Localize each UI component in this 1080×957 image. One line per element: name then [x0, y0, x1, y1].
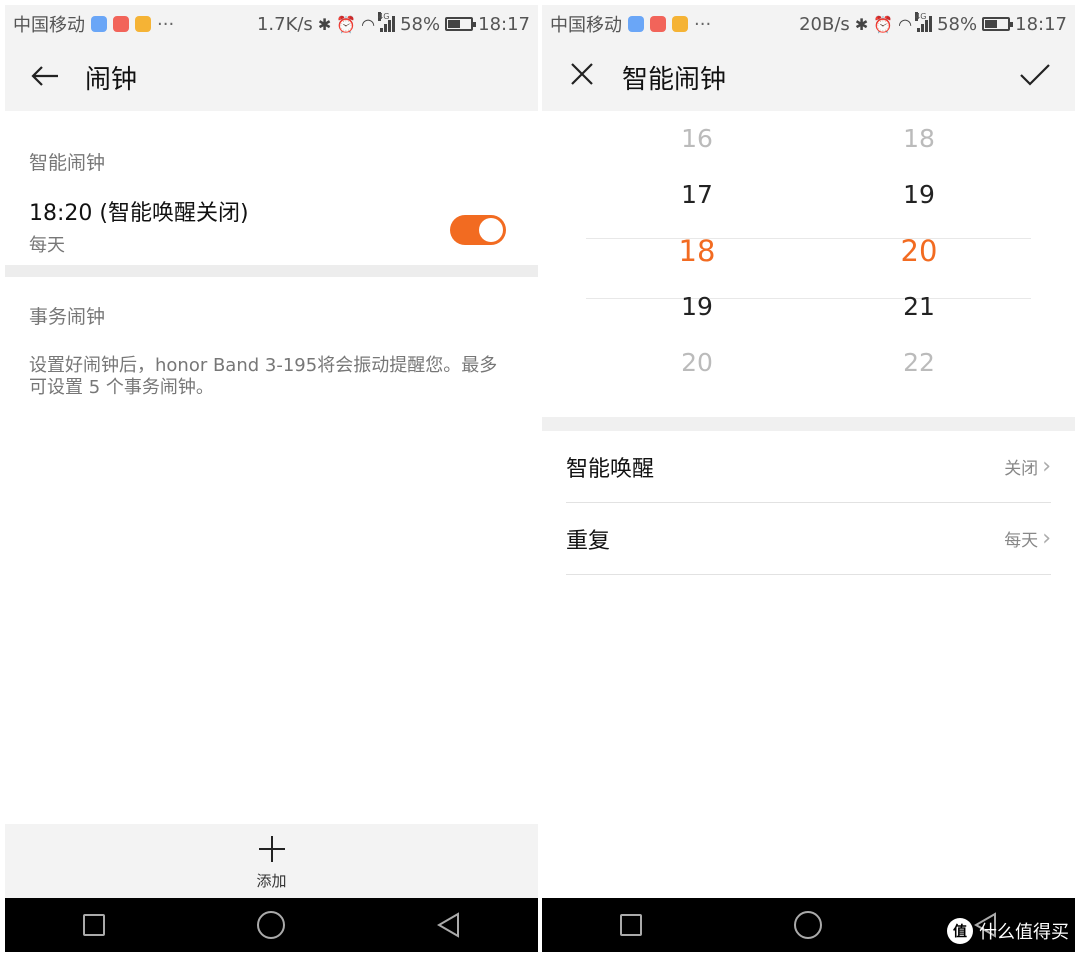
app-notification-icon [628, 16, 644, 32]
watermark-badge: 值 [947, 918, 973, 944]
wifi-icon: ◠ [898, 14, 913, 34]
page-title: 闹钟 [85, 64, 138, 95]
alarm-list-item[interactable]: 18:20 (智能唤醒关闭) 每天 [29, 195, 514, 256]
event-alarm-section-heading: 事务闹钟 [29, 306, 106, 328]
clock: 18:17 [478, 13, 530, 35]
back-arrow-icon[interactable] [5, 60, 85, 95]
carrier-label: 中国移动 [13, 15, 85, 36]
app-notification-icon [91, 16, 107, 32]
alarm-icon: ⏰ [336, 14, 357, 34]
system-nav-bar [5, 898, 538, 952]
add-alarm-button[interactable]: 添加 [5, 824, 538, 898]
alarm-icon: ⏰ [873, 14, 894, 34]
setting-label: 重复 [566, 528, 611, 554]
time-picker[interactable]: 16 17 18 19 20 18 19 20 21 22 [542, 111, 1075, 417]
repeat-row[interactable]: 重复 每天 › [566, 503, 1051, 575]
hour-option: 17 [681, 180, 713, 209]
app-header: 智能闹钟 [542, 43, 1075, 111]
alarm-list-screen: 中国移动 ··· 1.7K/s ✱ ⏰ ◠ 4G 58% 18:17 闹钟 智能… [5, 5, 538, 952]
battery-icon [982, 17, 1014, 31]
network-speed: 20B/s [799, 13, 850, 35]
setting-label: 智能唤醒 [566, 456, 655, 482]
hour-selected: 18 [678, 234, 716, 268]
battery-icon [445, 17, 477, 31]
recent-apps-icon[interactable] [611, 905, 651, 945]
toggle-knob [479, 218, 503, 242]
clock: 18:17 [1015, 13, 1067, 35]
alarm-enable-toggle[interactable] [450, 215, 506, 245]
network-speed: 1.7K/s [256, 13, 313, 35]
home-icon[interactable] [788, 905, 828, 945]
minute-option: 18 [903, 124, 935, 153]
bluetooth-icon: ✱ [854, 14, 869, 34]
app-notification-icon [113, 16, 129, 32]
signal-icon: 4G [378, 12, 396, 32]
more-notifications-icon: ··· [157, 13, 175, 35]
watermark-logo: 值 什么值得买 [947, 918, 1069, 944]
hour-wheel[interactable]: 16 17 18 19 20 [637, 111, 757, 391]
carrier-label: 中国移动 [550, 15, 622, 36]
minute-option: 22 [903, 348, 935, 377]
bluetooth-icon: ✱ [317, 14, 332, 34]
battery-percent: 58% [400, 13, 441, 35]
watermark-text: 什么值得买 [979, 922, 1069, 943]
check-icon[interactable] [995, 60, 1075, 95]
minute-selected: 20 [900, 234, 938, 268]
minute-wheel[interactable]: 18 19 20 21 22 [859, 111, 979, 391]
chevron-right-icon: › [1042, 526, 1051, 551]
status-bar: 中国移动 ··· 20B/s ✱ ⏰ ◠ 4G 58% 18:17 [542, 5, 1075, 43]
hour-option: 16 [681, 124, 713, 153]
app-notification-icon [650, 16, 666, 32]
back-nav-icon[interactable] [429, 905, 469, 945]
minute-option: 21 [903, 292, 935, 321]
wifi-icon: ◠ [361, 14, 376, 34]
alarm-time-label: 18:20 (智能唤醒关闭) [29, 201, 249, 226]
section-divider [542, 417, 1075, 431]
app-notification-icon [672, 16, 688, 32]
app-header: 闹钟 [5, 43, 538, 111]
hour-option: 19 [681, 292, 713, 321]
app-notification-icon [135, 16, 151, 32]
minute-option: 19 [903, 180, 935, 209]
hour-option: 20 [681, 348, 713, 377]
setting-value: 每天 [1004, 531, 1039, 551]
section-divider [5, 265, 538, 277]
add-label: 添加 [256, 872, 287, 890]
status-bar: 中国移动 ··· 1.7K/s ✱ ⏰ ◠ 4G 58% 18:17 [5, 5, 538, 43]
page-title: 智能闹钟 [622, 64, 727, 95]
close-icon[interactable] [542, 60, 622, 95]
plus-icon [5, 830, 538, 872]
event-alarm-info: 设置好闹钟后，honor Band 3-195将会振动提醒您。最多可设置 5 个… [29, 355, 498, 398]
smart-wakeup-row[interactable]: 智能唤醒 关闭 › [566, 431, 1051, 503]
recent-apps-icon[interactable] [74, 905, 114, 945]
chevron-right-icon: › [1042, 454, 1051, 479]
system-nav-bar: 值 什么值得买 [542, 898, 1075, 952]
more-notifications-icon: ··· [694, 13, 712, 35]
alarm-repeat-label: 每天 [29, 235, 65, 256]
signal-icon: 4G [915, 12, 933, 32]
home-icon[interactable] [251, 905, 291, 945]
setting-value: 关闭 [1004, 459, 1039, 479]
smart-alarm-section-heading: 智能闹钟 [29, 152, 106, 174]
battery-percent: 58% [937, 13, 978, 35]
smart-alarm-edit-screen: 中国移动 ··· 20B/s ✱ ⏰ ◠ 4G 58% 18:17 智能闹钟 1… [542, 5, 1075, 952]
